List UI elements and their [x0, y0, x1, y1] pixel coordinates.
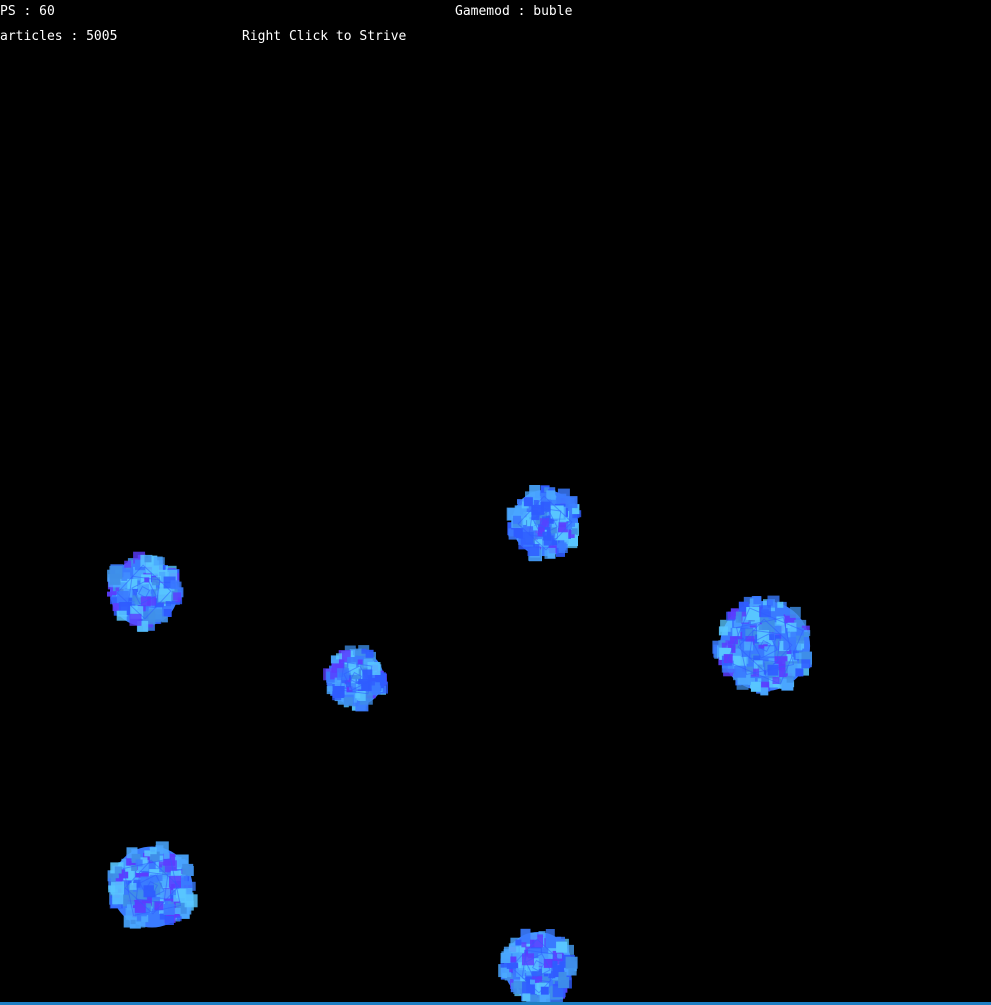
particle — [795, 653, 802, 660]
particle — [173, 592, 182, 601]
particle — [565, 496, 578, 509]
particle — [112, 893, 124, 905]
particle — [182, 863, 194, 875]
particle — [803, 632, 809, 637]
particle — [801, 659, 811, 669]
particle — [129, 613, 142, 626]
particle — [734, 665, 747, 678]
particle — [540, 986, 549, 995]
bubbles-layer — [107, 485, 812, 1005]
particle — [139, 921, 146, 928]
particle — [515, 939, 522, 946]
particle — [565, 956, 578, 969]
particle — [522, 993, 531, 1002]
particle — [149, 847, 157, 855]
particle — [144, 555, 152, 563]
particle — [530, 979, 535, 985]
particle — [134, 901, 146, 913]
particle — [144, 850, 151, 857]
particle — [116, 610, 127, 621]
particle-count: articles : 5005 — [0, 29, 118, 44]
particle — [129, 882, 137, 890]
particle — [124, 560, 132, 568]
particle — [184, 894, 198, 908]
particle — [149, 609, 163, 623]
gamemode-label: Gamemod : buble — [455, 4, 573, 19]
particle — [361, 648, 367, 654]
particle — [556, 493, 567, 504]
particle — [164, 916, 174, 925]
particle — [176, 916, 182, 922]
particle-bubble — [323, 645, 388, 712]
particle — [521, 942, 527, 948]
particle — [545, 929, 555, 938]
particle-bubble — [498, 928, 578, 1005]
particle — [163, 903, 175, 915]
particle — [520, 928, 531, 939]
particle — [556, 941, 568, 953]
particle — [785, 610, 791, 616]
particle — [718, 626, 728, 636]
particle — [530, 932, 538, 940]
particle — [163, 852, 170, 859]
particle — [795, 668, 804, 677]
particle — [336, 653, 342, 660]
particle — [110, 877, 116, 883]
controls-hint: Right Click to Strive — [242, 29, 407, 44]
particle — [558, 977, 570, 988]
fps-counter: PS : 60 — [0, 4, 55, 19]
particle — [114, 866, 122, 874]
particle — [777, 601, 784, 608]
particle — [721, 642, 727, 648]
particle — [520, 531, 534, 545]
particle — [170, 580, 180, 590]
particle — [374, 682, 380, 688]
particle — [750, 681, 761, 692]
particle — [174, 908, 181, 914]
particle — [568, 969, 575, 976]
particle — [161, 616, 168, 623]
particle — [500, 953, 511, 963]
particle — [571, 528, 578, 535]
particle-bubble — [107, 551, 184, 632]
particle-canvas[interactable] — [0, 0, 991, 1005]
particle — [165, 601, 171, 607]
particle — [542, 531, 552, 541]
particle — [753, 596, 762, 605]
particle — [332, 686, 345, 698]
particle-bubble — [506, 485, 582, 562]
game-window[interactable]: PS : 60 Gamemod : buble articles : 5005 … — [0, 0, 991, 1005]
particle — [109, 573, 121, 585]
particle — [517, 499, 522, 505]
particle — [550, 494, 556, 500]
particle — [365, 649, 374, 658]
particle-bubble — [107, 841, 198, 929]
particle — [786, 675, 794, 683]
particle-bubble — [712, 595, 812, 696]
particle — [355, 693, 361, 699]
particle — [153, 556, 163, 566]
particle — [343, 697, 353, 707]
particle — [163, 609, 172, 617]
particle — [111, 881, 124, 895]
particle — [355, 648, 362, 656]
particle — [760, 687, 769, 696]
particle — [566, 523, 573, 530]
particle — [789, 606, 801, 618]
particle — [758, 605, 771, 618]
particle — [513, 529, 522, 538]
particle — [558, 544, 568, 553]
particle — [116, 591, 129, 603]
particle — [523, 497, 533, 507]
